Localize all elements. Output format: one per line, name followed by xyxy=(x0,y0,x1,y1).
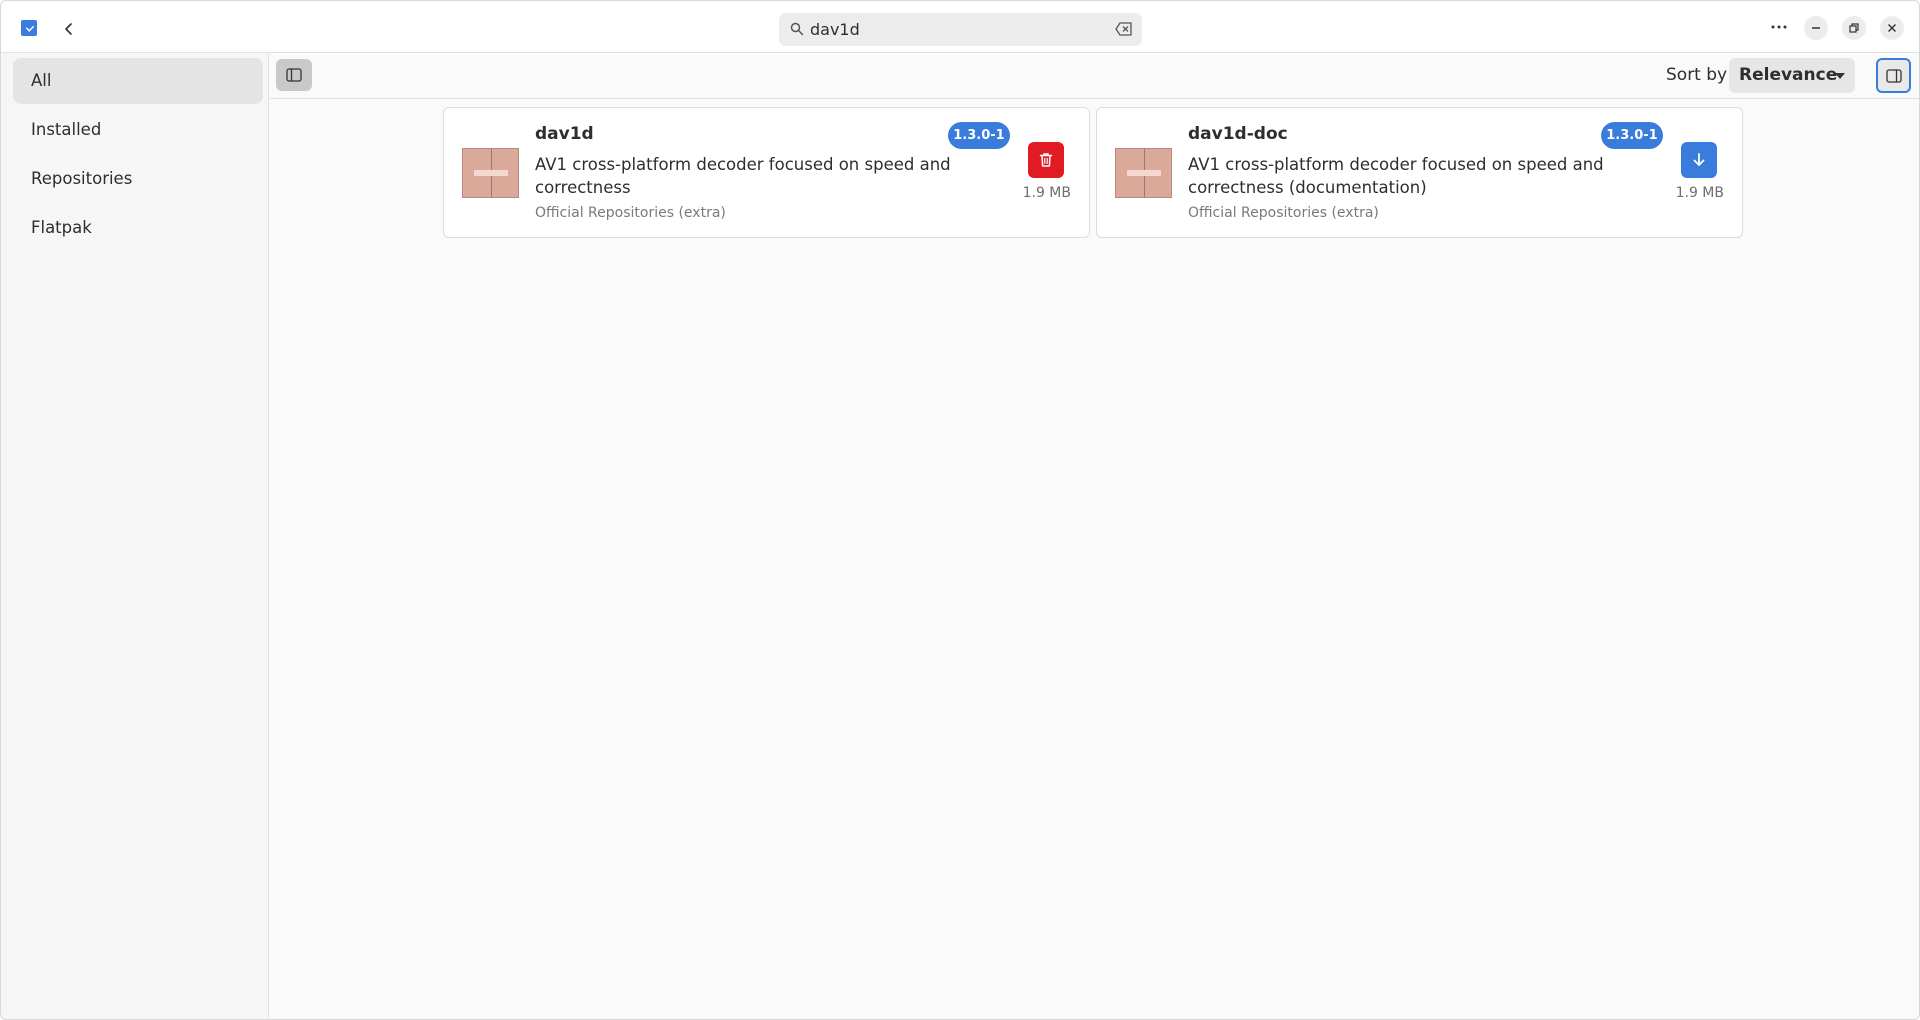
restore-icon xyxy=(1849,23,1859,33)
package-name: dav1d-doc xyxy=(1188,124,1288,144)
sidebar-item-label: All xyxy=(31,71,52,90)
results-toolbar: Sort by Relevance xyxy=(270,53,1919,99)
download-arrow-icon xyxy=(1693,153,1705,166)
package-card-dav1d-doc[interactable]: dav1d-doc AV1 cross-platform decoder foc… xyxy=(1096,107,1743,238)
sidebar-show-icon xyxy=(286,68,302,82)
remove-button[interactable] xyxy=(1028,142,1064,178)
package-description: AV1 cross-platform decoder focused on sp… xyxy=(1188,155,1604,197)
header-bar xyxy=(1,1,1919,53)
toggle-sidebar-button[interactable] xyxy=(276,59,312,91)
sort-dropdown[interactable]: Relevance xyxy=(1729,58,1855,93)
sort-value: Relevance xyxy=(1739,65,1838,85)
sidebar-item-all[interactable]: All xyxy=(13,58,263,104)
clear-search-icon[interactable] xyxy=(1115,22,1133,36)
package-repository: Official Repositories (extra) xyxy=(535,205,726,221)
package-repository: Official Repositories (extra) xyxy=(1188,205,1379,221)
package-description: AV1 cross-platform decoder focused on sp… xyxy=(535,155,951,197)
toggle-details-panel-button[interactable] xyxy=(1876,58,1911,93)
version-badge: 1.3.0-1 xyxy=(948,122,1010,149)
package-size: 1.9 MB xyxy=(1022,185,1071,201)
close-icon xyxy=(1888,24,1896,32)
trash-icon xyxy=(1039,153,1053,167)
sidebar: All Installed Repositories Flatpak xyxy=(1,53,269,1019)
sort-label: Sort by xyxy=(1666,65,1728,85)
minimize-icon xyxy=(1812,27,1820,29)
package-card-dav1d[interactable]: dav1d AV1 cross-platform decoder focused… xyxy=(443,107,1090,238)
package-name: dav1d xyxy=(535,124,594,144)
sidebar-item-installed[interactable]: Installed xyxy=(13,107,263,153)
install-button[interactable] xyxy=(1681,142,1717,178)
sidebar-item-label: Installed xyxy=(31,120,102,139)
search-icon xyxy=(790,22,804,36)
caret-down-icon xyxy=(1835,73,1845,79)
sidebar-item-label: Repositories xyxy=(31,169,133,188)
chevron-left-icon xyxy=(65,23,72,35)
sidebar-right-icon xyxy=(1885,68,1902,83)
more-horizontal-icon xyxy=(1771,25,1787,29)
main-menu-button[interactable] xyxy=(1765,13,1793,41)
main-content: Sort by Relevance dav1d AV1 cross-platfo… xyxy=(270,53,1919,1019)
close-button[interactable] xyxy=(1880,16,1904,40)
minimize-button[interactable] xyxy=(1804,16,1828,40)
app-window: All Installed Repositories Flatpak Sort … xyxy=(0,0,1920,1020)
sidebar-item-label: Flatpak xyxy=(31,218,92,237)
search-input[interactable] xyxy=(810,13,1100,46)
search-box xyxy=(779,13,1142,46)
version-badge: 1.3.0-1 xyxy=(1601,122,1663,149)
sidebar-item-flatpak[interactable]: Flatpak xyxy=(13,205,263,251)
back-button[interactable] xyxy=(55,15,83,43)
restore-button[interactable] xyxy=(1842,16,1866,40)
package-icon xyxy=(462,148,519,198)
package-size: 1.9 MB xyxy=(1675,185,1724,201)
package-icon xyxy=(1115,148,1172,198)
sidebar-item-repositories[interactable]: Repositories xyxy=(13,156,263,202)
app-logo-icon xyxy=(21,20,37,36)
